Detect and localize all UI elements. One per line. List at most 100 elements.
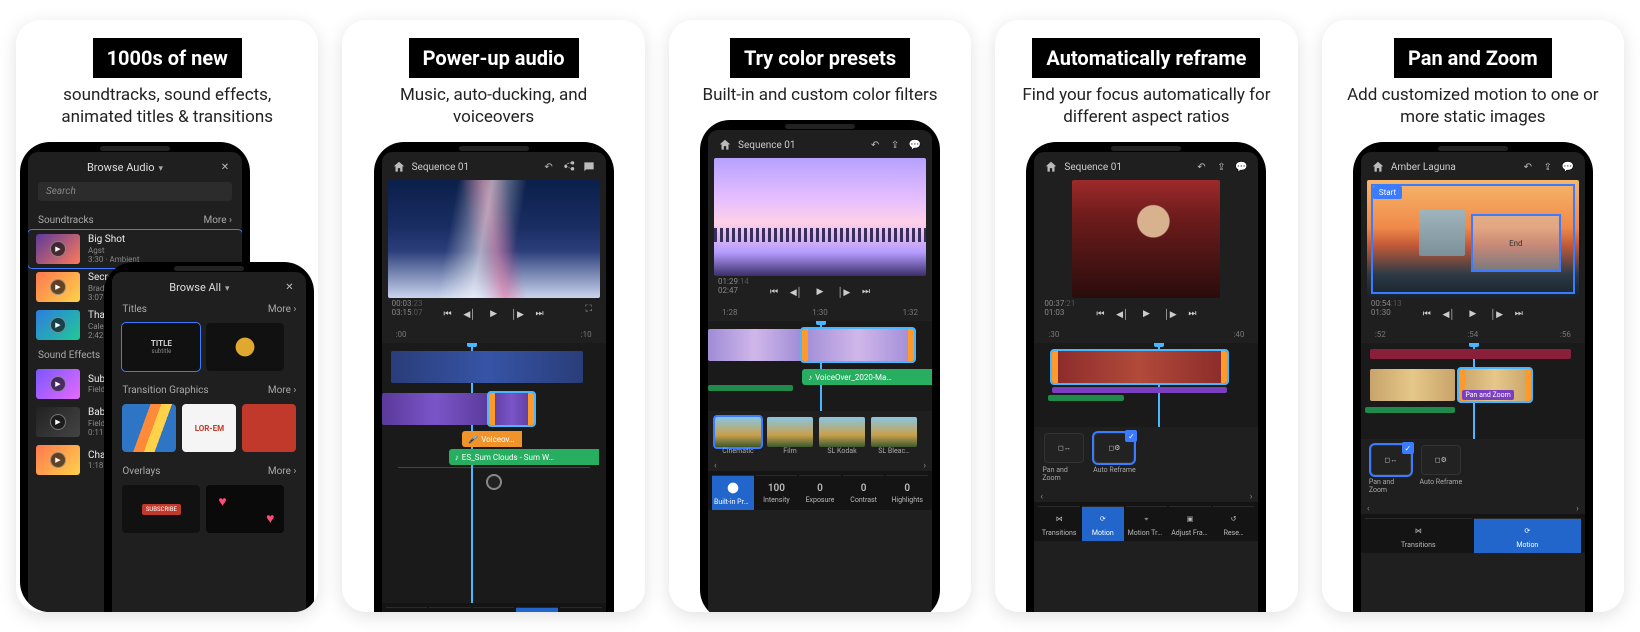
tool-transitions[interactable]: ⋈Transitions bbox=[1038, 506, 1080, 541]
transition-tile[interactable] bbox=[242, 404, 296, 452]
skip-start-icon[interactable]: ⏮ bbox=[766, 284, 782, 300]
chevron-right-icon[interactable]: › bbox=[923, 461, 926, 471]
step-fwd-icon[interactable]: │▶ bbox=[836, 284, 852, 300]
color-preset[interactable]: SL Bleac… bbox=[870, 417, 918, 455]
more-link[interactable]: More bbox=[268, 466, 297, 477]
skip-start-icon[interactable]: ⏮ bbox=[1092, 306, 1108, 322]
title-tile[interactable] bbox=[206, 323, 284, 371]
play-icon[interactable]: ▶ bbox=[1463, 304, 1483, 324]
skip-end-icon[interactable]: ⏭ bbox=[1184, 306, 1200, 322]
play-icon[interactable]: ▶ bbox=[484, 304, 504, 324]
music-chip[interactable]: ♪ ES_Sum Clouds - Sum W… bbox=[449, 449, 599, 465]
transition-tile[interactable] bbox=[122, 404, 176, 452]
play-icon[interactable]: ▶ bbox=[1136, 304, 1156, 324]
transition-tile[interactable]: LOR-EM bbox=[182, 404, 236, 452]
step-back-icon[interactable]: ◀│ bbox=[788, 284, 804, 300]
step-fwd-icon[interactable]: │▶ bbox=[1162, 306, 1178, 322]
play-icon[interactable]: ▶ bbox=[50, 241, 66, 257]
tool-adjust-frame[interactable]: ▣Adjust Frame bbox=[1169, 506, 1211, 541]
tool-auto-duck[interactable]: Off Auto Duck bbox=[560, 607, 602, 612]
opt-pan-zoom[interactable]: ◻↔ Pan and Zoom bbox=[1369, 445, 1413, 494]
tool-reset[interactable]: ↺Rese… bbox=[1213, 506, 1255, 541]
tool-mute-clip[interactable]: Mute Clip bbox=[429, 607, 471, 612]
chat-icon[interactable]: 💬 bbox=[1561, 160, 1575, 174]
overlay-tile[interactable]: ♥ ♥ bbox=[206, 485, 284, 533]
skip-end-icon[interactable]: ⏭ bbox=[1511, 306, 1527, 322]
tool-exposure[interactable]: 0Exposure bbox=[799, 475, 841, 510]
video-preview[interactable] bbox=[388, 180, 600, 298]
step-fwd-icon[interactable]: │▶ bbox=[510, 306, 526, 322]
more-link[interactable]: More bbox=[203, 215, 232, 226]
step-back-icon[interactable]: ◀│ bbox=[462, 306, 478, 322]
voiceover-chip[interactable]: ♪ VoiceOver_2020-Ma… bbox=[802, 369, 932, 385]
more-link[interactable]: More bbox=[268, 385, 297, 396]
fullscreen-icon[interactable]: ⛶ bbox=[582, 302, 596, 316]
opt-auto-reframe[interactable]: ◻⚙ Auto Reframe bbox=[1419, 445, 1463, 486]
chat-icon[interactable]: 💬 bbox=[1234, 160, 1248, 174]
chat-icon[interactable] bbox=[582, 160, 596, 174]
scrub-handle[interactable] bbox=[486, 474, 502, 490]
step-back-icon[interactable]: ◀│ bbox=[1114, 306, 1130, 322]
skip-end-icon[interactable]: ⏭ bbox=[532, 306, 548, 322]
color-preset[interactable]: Cinematic bbox=[714, 417, 762, 455]
play-icon[interactable]: ▶ bbox=[50, 452, 66, 468]
opt-pan-zoom[interactable]: ◻↔ Pan and Zoom bbox=[1042, 433, 1086, 482]
close-icon[interactable]: ✕ bbox=[218, 160, 232, 174]
tool-auto-volume[interactable]: Auto Volume bbox=[516, 607, 558, 612]
timeline[interactable]: Pan and Zoom bbox=[1361, 343, 1585, 439]
opt-auto-reframe[interactable]: ◻⚙ Auto Reframe bbox=[1092, 433, 1136, 474]
browse-all-dropdown[interactable]: Browse All bbox=[169, 281, 229, 294]
share-icon[interactable] bbox=[562, 160, 576, 174]
play-icon[interactable]: ▶ bbox=[50, 317, 66, 333]
timeline[interactable]: 🎤 Voiceov… ♪ ES_Sum Clouds - Sum W… bbox=[382, 343, 606, 603]
more-link[interactable]: More bbox=[268, 304, 297, 315]
play-icon[interactable]: ▶ bbox=[50, 376, 66, 392]
chevron-left-icon[interactable]: ‹ bbox=[1367, 504, 1370, 514]
play-icon[interactable]: ▶ bbox=[50, 279, 66, 295]
tool-intensity[interactable]: 100Intensity bbox=[756, 475, 798, 510]
tool-motion[interactable]: ⟳Motion bbox=[1082, 506, 1124, 541]
tool-contrast[interactable]: 0Contrast bbox=[843, 475, 885, 510]
overlay-tile[interactable]: SUBSCRIBE bbox=[122, 485, 200, 533]
video-preview[interactable] bbox=[714, 158, 926, 276]
share-icon[interactable]: ⇪ bbox=[1214, 160, 1228, 174]
tool-motion[interactable]: ⟳Motion bbox=[1474, 518, 1581, 553]
tool-transitions[interactable]: ⋈Transitions bbox=[1365, 518, 1472, 553]
tool-builtin-presets[interactable]: Built-in Presets bbox=[712, 475, 754, 510]
share-icon[interactable]: ⇪ bbox=[888, 138, 902, 152]
chevron-left-icon[interactable]: ‹ bbox=[714, 461, 717, 471]
close-icon[interactable]: ✕ bbox=[282, 280, 296, 294]
video-preview[interactable]: Start End bbox=[1367, 180, 1579, 298]
tool-type-music[interactable]: Type: Music bbox=[473, 607, 515, 612]
step-fwd-icon[interactable]: │▶ bbox=[1489, 306, 1505, 322]
timeline[interactable]: ♪ VoiceOver_2020-Ma… bbox=[708, 321, 932, 411]
home-icon[interactable] bbox=[1044, 160, 1058, 174]
step-back-icon[interactable]: ◀│ bbox=[1441, 306, 1457, 322]
color-preset[interactable]: Film bbox=[766, 417, 814, 455]
skip-end-icon[interactable]: ⏭ bbox=[858, 284, 874, 300]
pz-end-frame[interactable]: End bbox=[1471, 214, 1561, 272]
play-icon[interactable]: ▶ bbox=[50, 414, 66, 430]
pz-start-label[interactable]: Start bbox=[1373, 186, 1402, 199]
home-icon[interactable] bbox=[1371, 160, 1385, 174]
title-tile[interactable]: TITLE subtitle bbox=[122, 323, 200, 371]
undo-icon[interactable]: ↶ bbox=[1521, 160, 1535, 174]
timeline[interactable] bbox=[1034, 343, 1258, 427]
chat-icon[interactable]: 💬 bbox=[908, 138, 922, 152]
undo-icon[interactable]: ↶ bbox=[868, 138, 882, 152]
pz-start-frame[interactable] bbox=[1371, 184, 1575, 294]
tool-clip-volume[interactable]: 50% Clip Volume bbox=[386, 607, 428, 612]
skip-start-icon[interactable]: ⏮ bbox=[440, 306, 456, 322]
search-input[interactable]: Search bbox=[38, 182, 232, 201]
skip-start-icon[interactable]: ⏮ bbox=[1419, 306, 1435, 322]
chevron-right-icon[interactable]: › bbox=[1576, 504, 1579, 514]
browse-audio-dropdown[interactable]: Browse Audio bbox=[87, 161, 163, 174]
tool-motion-tracking[interactable]: ⌖Motion Tracking: Default bbox=[1126, 506, 1168, 541]
home-icon[interactable] bbox=[392, 160, 406, 174]
tool-highlights[interactable]: 0Highlights bbox=[886, 475, 928, 510]
undo-icon[interactable]: ↶ bbox=[542, 160, 556, 174]
share-icon[interactable]: ⇪ bbox=[1541, 160, 1555, 174]
chevron-left-icon[interactable]: ‹ bbox=[1040, 492, 1043, 502]
video-preview[interactable] bbox=[1072, 180, 1220, 298]
undo-icon[interactable]: ↶ bbox=[1194, 160, 1208, 174]
